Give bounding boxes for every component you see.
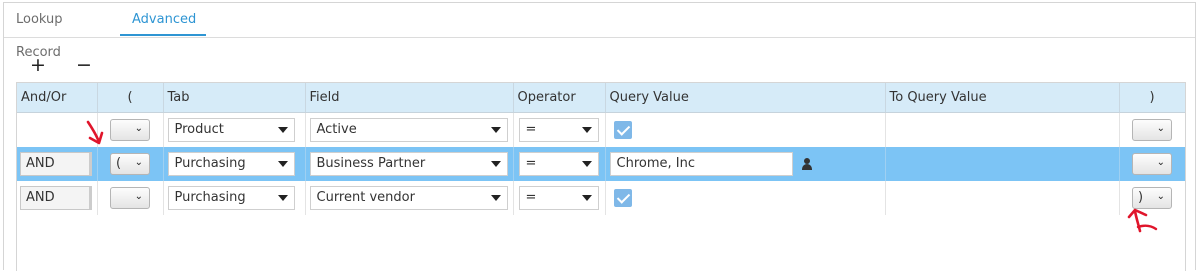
open-paren-value: ( <box>116 156 122 171</box>
chevron-down-icon: ⌄ <box>134 156 143 168</box>
chevron-down-icon: ⌄ <box>1156 122 1165 134</box>
to-query-value-cell[interactable] <box>885 180 1120 215</box>
open-paren-cell: ⌄ <box>97 112 164 147</box>
column-header-close-paren[interactable]: ) <box>1119 83 1185 113</box>
tab-lookup-record[interactable]: Lookup Record <box>4 3 120 60</box>
tab-value: Purchasing <box>174 190 246 205</box>
close-paren-select[interactable]: ⌄ <box>1132 118 1172 141</box>
tab-combobox[interactable]: Purchasing <box>167 185 295 210</box>
and-or-cell: AND <box>17 146 98 181</box>
query-value-checkbox[interactable] <box>613 188 632 207</box>
operator-cell: = <box>513 180 606 215</box>
tab-value: Purchasing <box>174 156 246 171</box>
dropdown-arrow-icon[interactable] <box>576 119 598 141</box>
tab-combobox[interactable]: Purchasing <box>167 151 295 176</box>
field-cell: Current vendor <box>305 180 514 215</box>
dropdown-arrow-icon[interactable] <box>576 187 598 209</box>
open-paren-select[interactable]: ⌄ <box>110 118 150 141</box>
column-header-and-or[interactable]: And/Or <box>17 83 98 113</box>
dropdown-arrow-icon[interactable] <box>272 187 294 209</box>
query-table: And/Or ( Tab Field Operator Query Value … <box>17 83 1185 215</box>
column-header-tab[interactable]: Tab <box>163 83 306 113</box>
close-paren-value: ) <box>1138 190 1144 205</box>
dropdown-arrow-icon[interactable] <box>272 119 294 141</box>
query-value-cell: Chrome, Inc <box>605 146 886 181</box>
chevron-down-icon: ⌄ <box>134 190 143 202</box>
close-paren-select[interactable]: ) ⌄ <box>1132 186 1172 209</box>
tab-advanced[interactable]: Advanced <box>120 3 206 36</box>
operator-cell: = <box>513 112 606 147</box>
dropdown-arrow-icon[interactable] <box>576 153 598 175</box>
column-header-open-paren[interactable]: ( <box>97 83 164 113</box>
field-cell: Business Partner <box>305 146 514 181</box>
query-value-cell <box>605 180 886 215</box>
add-row-button[interactable]: + <box>25 53 51 77</box>
column-header-to-query-value[interactable]: To Query Value <box>885 83 1120 113</box>
open-paren-cell: ⌄ <box>97 180 164 215</box>
field-value: Business Partner <box>316 156 426 171</box>
operator-combobox[interactable]: = <box>518 151 599 176</box>
operator-combobox[interactable]: = <box>518 185 599 210</box>
dropdown-arrow-icon[interactable] <box>272 153 294 175</box>
dropdown-arrow-icon[interactable] <box>485 119 507 141</box>
and-or-field[interactable]: AND <box>20 185 92 210</box>
close-paren-cell: ⌄ <box>1119 146 1185 181</box>
chevron-down-icon: ⌄ <box>134 122 143 134</box>
column-header-operator[interactable]: Operator <box>513 83 606 113</box>
header-row: And/Or ( Tab Field Operator Query Value … <box>17 83 1185 113</box>
chevron-down-icon: ⌄ <box>1156 190 1165 202</box>
open-paren-cell: (⌄ <box>97 146 164 181</box>
to-query-value-cell[interactable] <box>885 146 1120 181</box>
open-paren-select[interactable]: ⌄ <box>110 186 150 209</box>
operator-combobox[interactable]: = <box>518 117 599 142</box>
tab-combobox[interactable]: Product <box>167 117 295 142</box>
query-value-input[interactable]: Chrome, Inc <box>609 151 793 176</box>
query-row[interactable]: ⌄ Product Active = ⌄ <box>17 112 1185 147</box>
operator-cell: = <box>513 146 606 181</box>
find-window-panel: Lookup Record Advanced + − And/Or ( Tab … <box>3 2 1196 271</box>
tab-bar: Lookup Record Advanced <box>4 3 1195 60</box>
operator-value: = <box>525 122 537 137</box>
column-header-field[interactable]: Field <box>305 83 514 113</box>
query-row-selected[interactable]: AND (⌄ Purchasing Business Partner = Chr… <box>17 146 1185 181</box>
field-combobox[interactable]: Business Partner <box>309 151 508 176</box>
query-row[interactable]: AND ⌄ Purchasing Current vendor =) ⌄ <box>17 180 1185 215</box>
dropdown-arrow-icon[interactable] <box>485 153 507 175</box>
field-value: Active <box>316 122 357 137</box>
and-or-cell: AND <box>17 180 98 215</box>
and-or-cell <box>17 112 98 147</box>
operator-value: = <box>525 156 537 171</box>
close-paren-cell: ⌄ <box>1119 112 1185 147</box>
field-value: Current vendor <box>316 190 415 205</box>
field-combobox[interactable]: Current vendor <box>309 185 508 210</box>
close-paren-select[interactable]: ⌄ <box>1132 152 1172 175</box>
tab-cell: Purchasing <box>163 180 306 215</box>
query-value-checkbox[interactable] <box>613 120 632 139</box>
tab-cell: Purchasing <box>163 146 306 181</box>
query-value-cell <box>605 112 886 147</box>
dropdown-arrow-icon[interactable] <box>485 187 507 209</box>
query-grid: And/Or ( Tab Field Operator Query Value … <box>16 82 1186 271</box>
close-paren-cell: ) ⌄ <box>1119 180 1185 215</box>
to-query-value-cell[interactable] <box>885 112 1120 147</box>
field-cell: Active <box>305 112 514 147</box>
chevron-down-icon: ⌄ <box>1156 156 1165 168</box>
field-combobox[interactable]: Active <box>309 117 508 142</box>
remove-row-button[interactable]: − <box>71 53 97 77</box>
open-paren-select[interactable]: (⌄ <box>110 152 150 175</box>
person-icon[interactable] <box>801 157 813 170</box>
and-or-field[interactable]: AND <box>20 151 92 176</box>
operator-value: = <box>525 190 537 205</box>
tab-cell: Product <box>163 112 306 147</box>
tab-value: Product <box>174 122 224 137</box>
column-header-query-value[interactable]: Query Value <box>605 83 886 113</box>
